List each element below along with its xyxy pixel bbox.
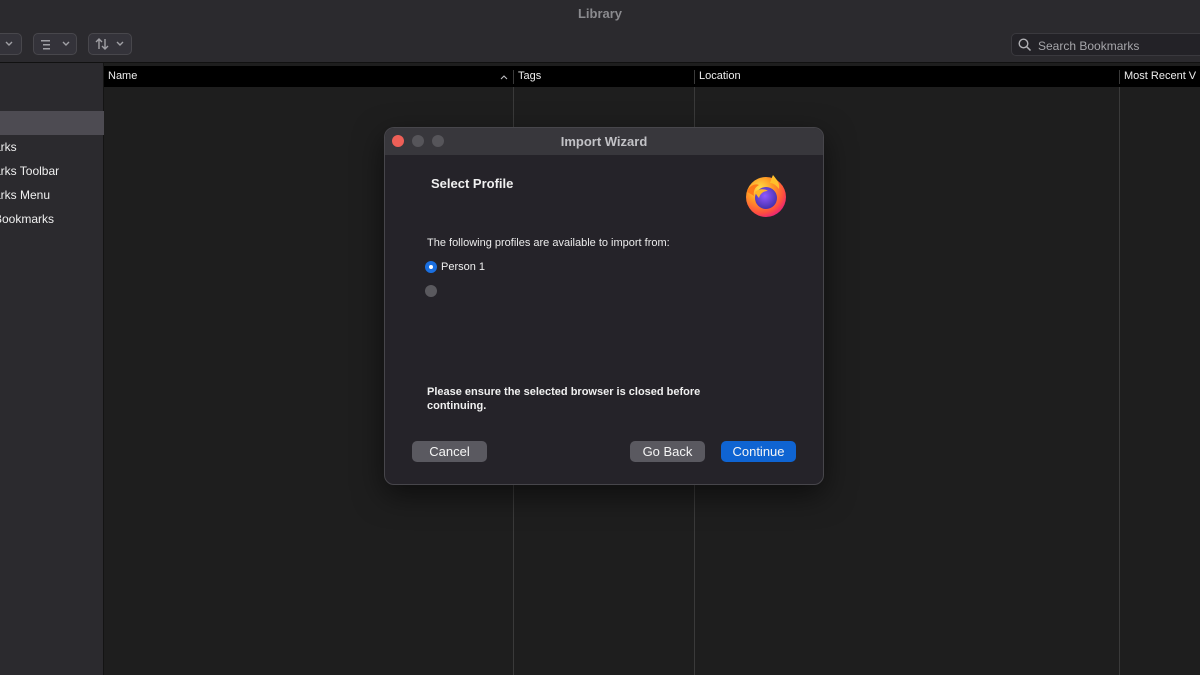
sidebar-item-downloads[interactable]: [0, 111, 104, 135]
window-title: Library: [577, 6, 623, 21]
firefox-logo-icon: [746, 175, 786, 217]
sort-ascending-icon: [500, 75, 508, 80]
organize-chevron-icon: [5, 41, 13, 46]
column-header-tags[interactable]: Tags: [514, 66, 694, 87]
column-header-most-recent-visit[interactable]: Most Recent V: [1120, 66, 1200, 87]
sidebar-item-label: arks Menu: [0, 188, 51, 202]
search-icon: [1018, 38, 1032, 52]
sidebar-item-bookmarks-toolbar[interactable]: arks Toolbar: [0, 159, 104, 183]
search-input[interactable]: [1036, 36, 1200, 55]
column-header-label: Name: [108, 70, 138, 82]
search-bookmarks-field[interactable]: [1011, 33, 1200, 56]
window-titlebar: Library: [0, 0, 1200, 28]
import-wizard-dialog: Import Wizard Select Profile The followi…: [384, 127, 824, 485]
views-button[interactable]: [33, 33, 77, 55]
sort-button[interactable]: [88, 33, 132, 55]
profiles-instruction: The following profiles are available to …: [427, 237, 670, 249]
profile-option-label: Person 1: [441, 261, 486, 273]
radio-unselected-icon[interactable]: [425, 285, 437, 297]
library-toolbar: [0, 28, 1200, 63]
sidebar-item-other-bookmarks[interactable]: Bookmarks: [0, 207, 104, 231]
sidebar-item-history[interactable]: s: [0, 87, 104, 111]
continue-button[interactable]: Continue: [721, 441, 796, 462]
browser-closed-warning: Please ensure the selected browser is cl…: [427, 386, 701, 412]
dialog-heading: Select Profile: [431, 176, 514, 191]
profile-option-2[interactable]: [425, 283, 625, 301]
dialog-title: Import Wizard: [560, 134, 648, 149]
table-header: Name Tags Location Most Recent V: [104, 66, 1200, 87]
sidebar-item-label: Bookmarks: [0, 212, 55, 226]
sidebar-item-bookmarks[interactable]: arks: [0, 135, 104, 159]
sidebar-item-label: arks Toolbar: [0, 164, 60, 178]
sidebar-item-bookmarks-menu[interactable]: arks Menu: [0, 183, 104, 207]
radio-selected-icon[interactable]: [425, 261, 437, 273]
column-header-name[interactable]: Name: [104, 66, 512, 87]
column-divider: [1119, 87, 1120, 675]
organize-button[interactable]: [0, 33, 22, 55]
dialog-titlebar: Import Wizard: [385, 128, 823, 155]
column-header-label: Most Recent V: [1124, 70, 1197, 82]
profile-option-person-1[interactable]: Person 1: [425, 259, 625, 277]
sidebar-item-label: arks: [0, 140, 17, 154]
go-back-button[interactable]: Go Back: [630, 441, 705, 462]
sort-arrows-icon: [95, 38, 124, 50]
sidebar: s arks arks Toolbar arks Menu Bookmarks: [0, 63, 104, 675]
list-icon: [41, 40, 70, 50]
column-header-location[interactable]: Location: [695, 66, 1119, 87]
cancel-button[interactable]: Cancel: [412, 441, 487, 462]
column-header-label: Tags: [518, 70, 542, 82]
column-header-label: Location: [699, 70, 741, 82]
